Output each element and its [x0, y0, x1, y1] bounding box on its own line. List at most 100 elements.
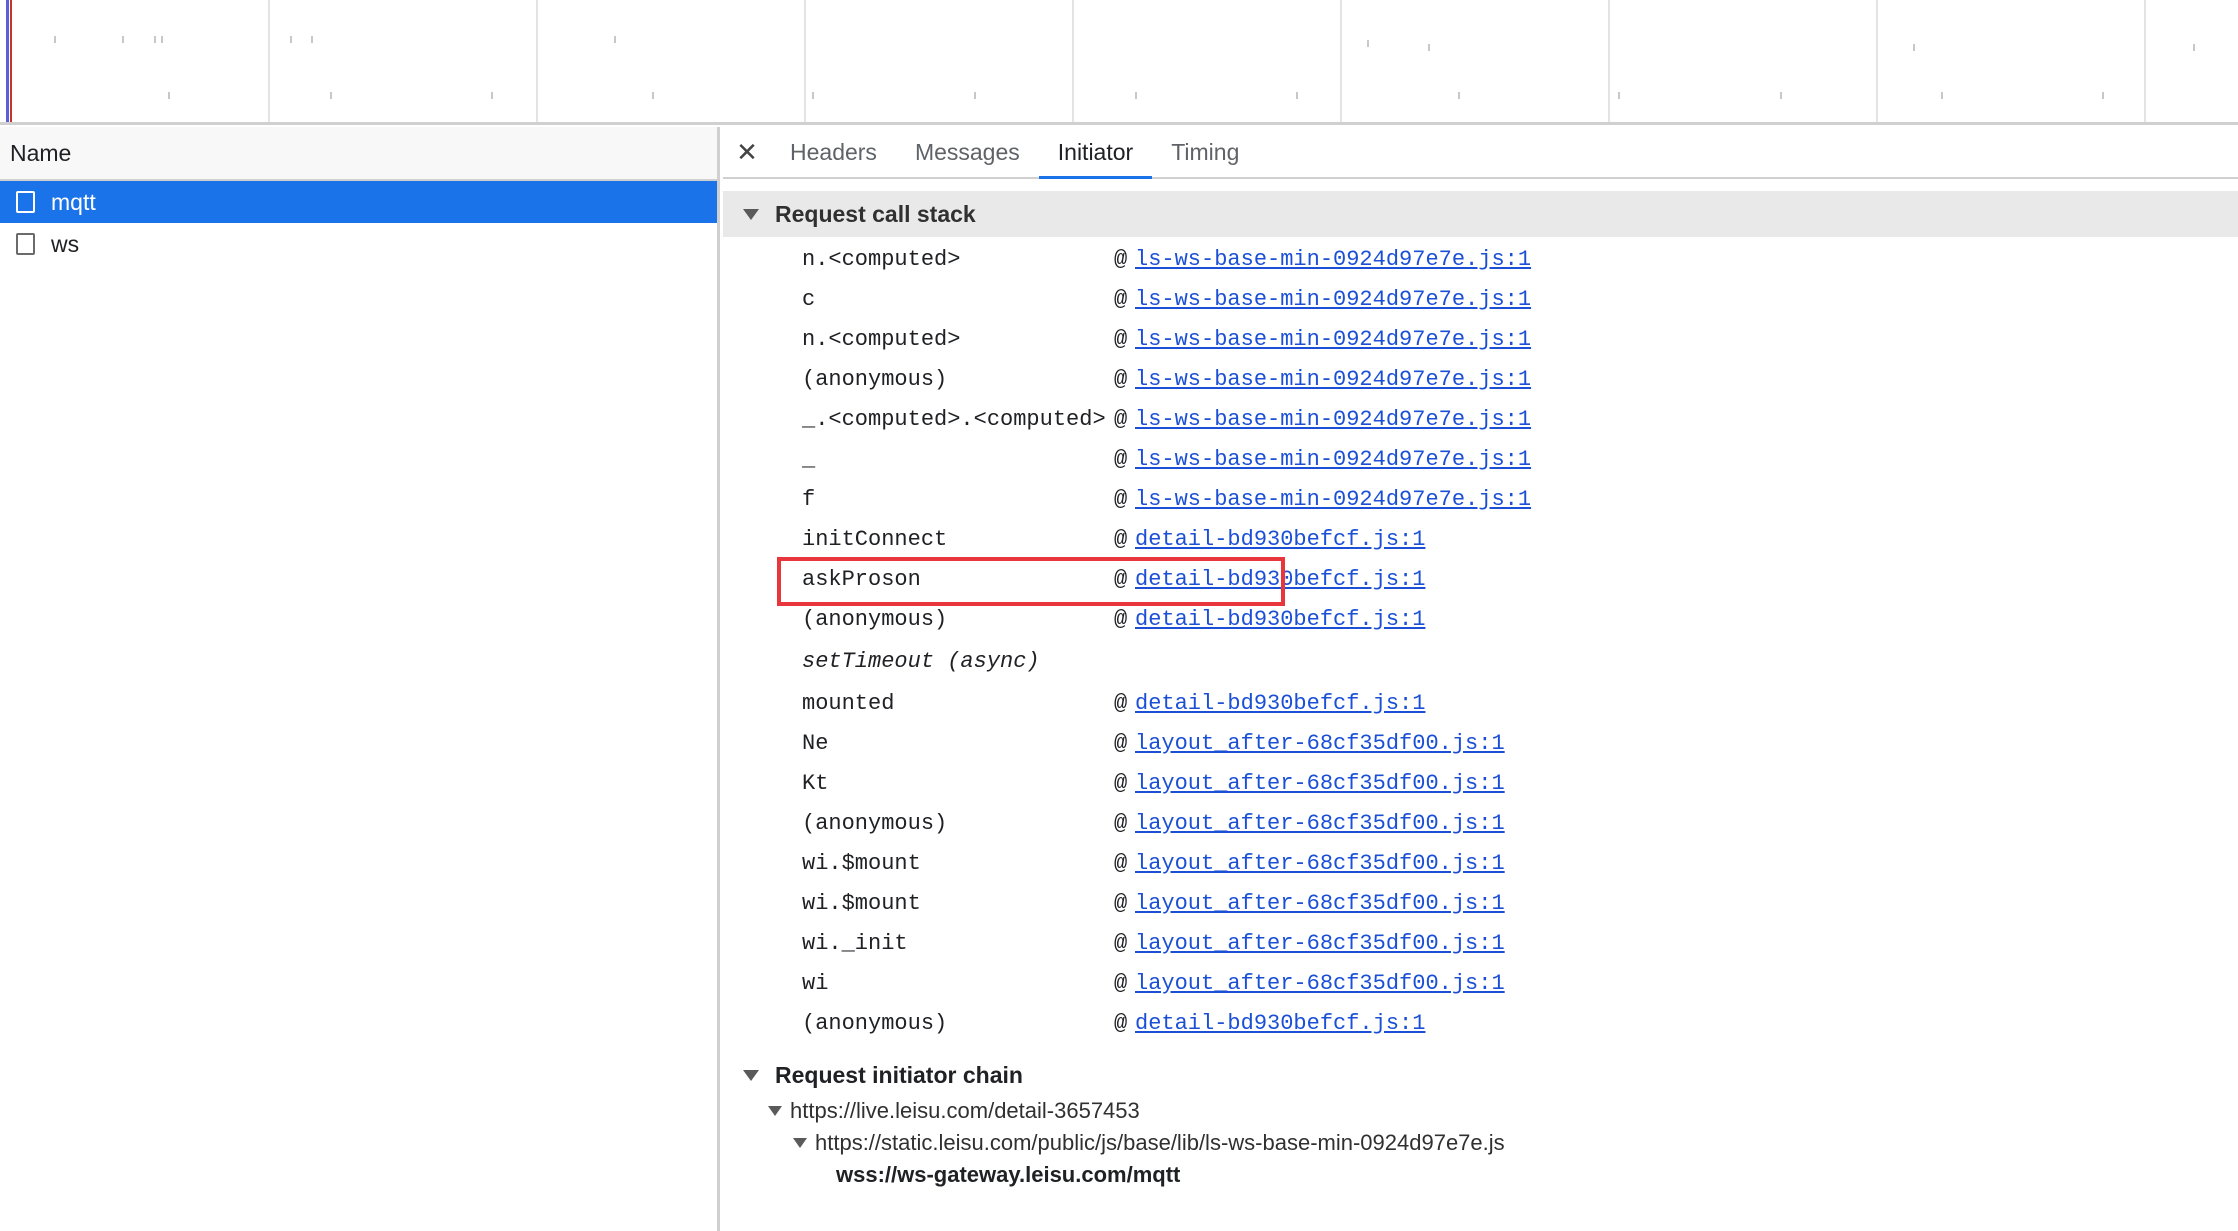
timeline-gridline: [1072, 0, 1074, 122]
timeline-tick: [168, 92, 170, 99]
request-details-panel: ✕ Headers Messages Initiator Timing Requ…: [723, 127, 2238, 1231]
timeline-tick: [1913, 44, 1915, 51]
timeline-tick: [1458, 92, 1460, 99]
timeline-tick: [812, 92, 814, 99]
source-link[interactable]: ls-ws-base-min-0924d97e7e.js:1: [1135, 287, 1531, 312]
timeline-marker-dom: [6, 0, 9, 122]
function-name: wi.$mount: [802, 890, 921, 916]
timeline-tick: [614, 36, 616, 43]
at-symbol: @: [1114, 930, 1128, 956]
call-frame-row: (anonymous) @ layout_after-68cf35df00.js:1: [723, 803, 2238, 843]
initiator-url: https://live.leisu.com/detail-3657453: [790, 1098, 1140, 1123]
call-frame-row: c @ ls-ws-base-min-0924d97e7e.js:1: [723, 279, 2238, 319]
timeline-gridline: [804, 0, 806, 122]
initiator-chain-item[interactable]: https://static.leisu.com/public/js/base/…: [723, 1127, 2238, 1159]
source-link[interactable]: ls-ws-base-min-0924d97e7e.js:1: [1135, 247, 1531, 272]
name-column-header[interactable]: Name: [0, 127, 717, 181]
source-link[interactable]: ls-ws-base-min-0924d97e7e.js:1: [1135, 327, 1531, 352]
source-link[interactable]: ls-ws-base-min-0924d97e7e.js:1: [1135, 447, 1531, 472]
timeline-gridline: [1608, 0, 1610, 122]
at-symbol: @: [1114, 446, 1128, 472]
tab-label: Headers: [790, 138, 877, 165]
initiator-chain-item[interactable]: https://live.leisu.com/detail-3657453: [723, 1095, 2238, 1127]
function-name: Ne: [802, 730, 829, 756]
source-link[interactable]: layout_after-68cf35df00.js:1: [1135, 931, 1505, 956]
source-link[interactable]: layout_after-68cf35df00.js:1: [1135, 971, 1505, 996]
collapse-triangle-icon: [743, 208, 759, 220]
tab-initiator[interactable]: Initiator: [1038, 127, 1153, 179]
function-name: Kt: [802, 770, 829, 796]
function-name: wi._init: [802, 930, 908, 956]
at-symbol: @: [1114, 366, 1128, 392]
source-link[interactable]: ls-ws-base-min-0924d97e7e.js:1: [1135, 367, 1531, 392]
initiator-chain-item[interactable]: wss://ws-gateway.leisu.com/mqtt: [723, 1159, 2238, 1191]
function-name: askProson: [802, 566, 921, 592]
function-name: c: [802, 286, 816, 312]
call-frame-row: Kt @ layout_after-68cf35df00.js:1: [723, 763, 2238, 803]
call-frame-row: (anonymous) @ ls-ws-base-min-0924d97e7e.js…: [723, 359, 2238, 399]
source-link[interactable]: ls-ws-base-min-0924d97e7e.js:1: [1135, 407, 1531, 432]
tab-label: Timing: [1171, 138, 1240, 165]
source-link[interactable]: layout_after-68cf35df00.js:1: [1135, 811, 1505, 836]
expand-triangle-icon: [768, 1106, 782, 1116]
at-symbol: @: [1114, 850, 1128, 876]
call-frame-row: (anonymous) @ detail-bd930befcf.js:1: [723, 599, 2238, 639]
timeline-marker-load: [10, 0, 12, 122]
call-frame-row: _.<computed>.<computed> @ ls-ws-base-min-0…: [723, 399, 2238, 439]
timeline-tick: [1428, 44, 1430, 51]
request-row-mqtt[interactable]: mqtt: [0, 181, 717, 223]
timeline-tick: [974, 92, 976, 99]
call-frame-row: _ @ ls-ws-base-min-0924d97e7e.js:1: [723, 439, 2238, 479]
tab-headers[interactable]: Headers: [771, 127, 896, 177]
request-initiator-chain-header[interactable]: Request initiator chain: [723, 1055, 2238, 1095]
timeline-gridline: [1876, 0, 1878, 122]
call-frame-row: wi.$mount @ layout_after-68cf35df00.js:1: [723, 883, 2238, 923]
at-symbol: @: [1114, 890, 1128, 916]
initiator-url: wss://ws-gateway.leisu.com/mqtt: [836, 1162, 1181, 1187]
source-link[interactable]: layout_after-68cf35df00.js:1: [1135, 851, 1505, 876]
at-symbol: @: [1114, 770, 1128, 796]
timeline-tick: [2193, 44, 2195, 51]
at-symbol: @: [1114, 406, 1128, 432]
at-symbol: @: [1114, 970, 1128, 996]
function-name: (anonymous): [802, 1010, 948, 1036]
timeline-tick: [1296, 92, 1298, 99]
request-name: ws: [51, 230, 80, 257]
source-link[interactable]: layout_after-68cf35df00.js:1: [1135, 731, 1505, 756]
call-frame-row: (anonymous) @ detail-bd930befcf.js:1: [723, 1003, 2238, 1043]
tab-timing[interactable]: Timing: [1152, 127, 1258, 177]
request-row-ws[interactable]: ws: [0, 223, 717, 265]
function-name: (anonymous): [802, 810, 948, 836]
tab-label: Initiator: [1057, 138, 1134, 165]
source-link[interactable]: detail-bd930befcf.js:1: [1135, 527, 1425, 552]
call-frame-row: mounted @ detail-bd930befcf.js:1: [723, 683, 2238, 723]
source-link[interactable]: detail-bd930befcf.js:1: [1135, 607, 1425, 632]
initiator-url: https://static.leisu.com/public/js/base/…: [815, 1130, 1505, 1155]
name-column-label: Name: [10, 139, 72, 166]
source-link[interactable]: detail-bd930befcf.js:1: [1135, 1011, 1425, 1036]
request-call-stack-header[interactable]: Request call stack: [723, 191, 2238, 237]
timeline-tick: [154, 36, 156, 43]
timeline-tick: [491, 92, 493, 99]
timeline-tick: [1941, 92, 1943, 99]
close-icon[interactable]: ✕: [723, 127, 771, 177]
timeline-tick: [330, 92, 332, 99]
at-symbol: @: [1114, 566, 1128, 592]
at-symbol: @: [1114, 526, 1128, 552]
function-name: f: [802, 486, 816, 512]
request-name: mqtt: [51, 188, 96, 215]
timeline-gridline: [1340, 0, 1342, 122]
source-link[interactable]: detail-bd930befcf.js:1: [1135, 691, 1425, 716]
at-symbol: @: [1114, 286, 1128, 312]
call-frame-row: n.<computed> @ ls-ws-base-min-0924d97e7e.j…: [723, 319, 2238, 359]
function-name: wi.$mount: [802, 850, 921, 876]
source-link[interactable]: layout_after-68cf35df00.js:1: [1135, 771, 1505, 796]
call-frame-row: wi @ layout_after-68cf35df00.js:1: [723, 963, 2238, 1003]
at-symbol: @: [1114, 606, 1128, 632]
source-link[interactable]: detail-bd930befcf.js:1: [1135, 567, 1425, 592]
timeline-overview[interactable]: [0, 0, 2238, 125]
tab-messages[interactable]: Messages: [896, 127, 1039, 177]
source-link[interactable]: layout_after-68cf35df00.js:1: [1135, 891, 1505, 916]
function-name: mounted: [802, 690, 895, 716]
source-link[interactable]: ls-ws-base-min-0924d97e7e.js:1: [1135, 487, 1531, 512]
